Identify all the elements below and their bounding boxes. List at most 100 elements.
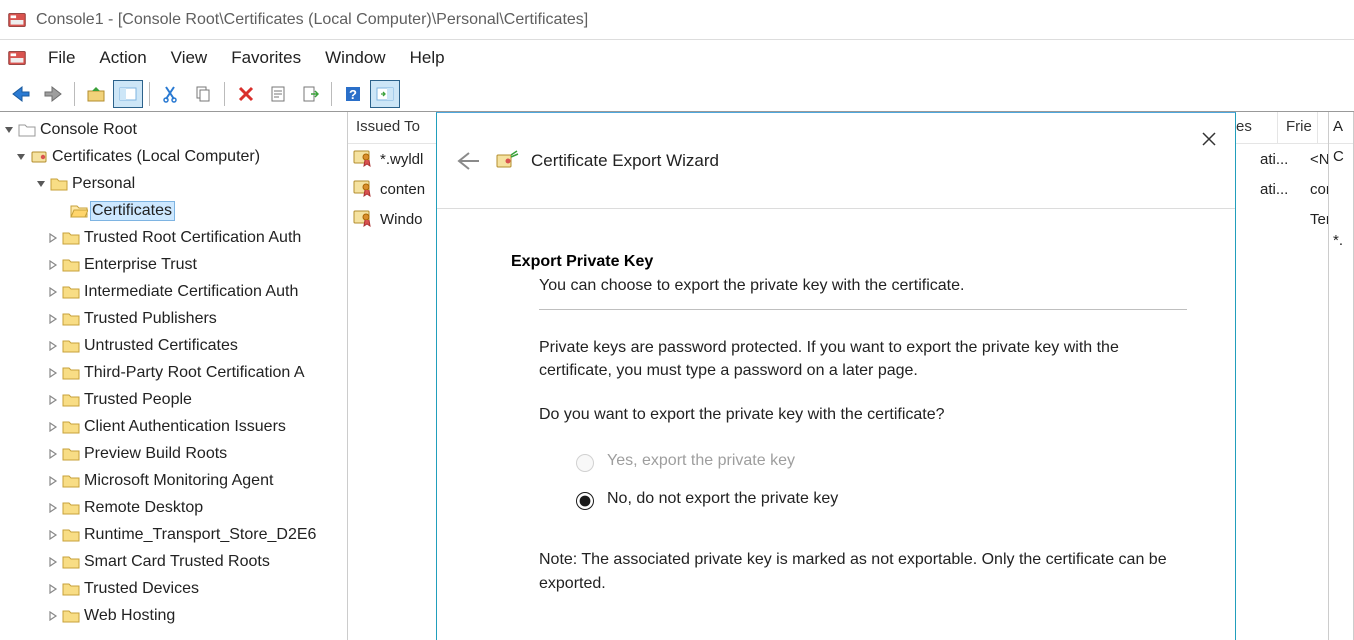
chevron-right-icon[interactable] <box>46 305 60 332</box>
folder-icon <box>60 548 82 575</box>
chevron-down-icon[interactable] <box>14 143 28 170</box>
toolbar-separator <box>224 82 225 106</box>
chevron-right-icon[interactable] <box>46 602 60 629</box>
tree-item[interactable]: Trusted Publishers <box>0 305 347 332</box>
tree-item[interactable]: Enterprise Trust <box>0 251 347 278</box>
tree-label: Personal <box>70 174 138 194</box>
folder-icon <box>60 278 82 305</box>
wizard-title: Certificate Export Wizard <box>531 151 719 171</box>
chevron-right-icon[interactable] <box>46 440 60 467</box>
forward-button[interactable] <box>38 80 68 108</box>
close-button[interactable] <box>1193 127 1225 151</box>
tree-certificates[interactable]: Certificates <box>0 197 347 224</box>
tree-certificates-local[interactable]: Certificates (Local Computer) <box>0 143 347 170</box>
chevron-right-icon[interactable] <box>46 575 60 602</box>
tree-label: Remote Desktop <box>82 498 206 518</box>
delete-button[interactable] <box>231 80 261 108</box>
chevron-right-icon[interactable] <box>46 548 60 575</box>
chevron-right-icon[interactable] <box>46 413 60 440</box>
tree-label: Intermediate Certification Auth <box>82 282 301 302</box>
tree-personal[interactable]: Personal <box>0 170 347 197</box>
wizard-icon <box>493 149 519 173</box>
copy-button[interactable] <box>188 80 218 108</box>
menu-view[interactable]: View <box>159 44 220 72</box>
back-button[interactable] <box>6 80 36 108</box>
export-button[interactable] <box>295 80 325 108</box>
chevron-right-icon[interactable] <box>46 386 60 413</box>
chevron-right-icon[interactable] <box>46 359 60 386</box>
tree-item[interactable]: Web Hosting <box>0 602 347 629</box>
show-tree-button[interactable] <box>113 80 143 108</box>
back-button[interactable] <box>455 151 481 171</box>
mmc-icon <box>6 9 28 31</box>
tree-pane: Console Root Certificates (Local Compute… <box>0 112 348 640</box>
menu-action[interactable]: Action <box>87 44 158 72</box>
menu-favorites[interactable]: Favorites <box>219 44 313 72</box>
tree-item[interactable]: Untrusted Certificates <box>0 332 347 359</box>
tree-item[interactable]: Runtime_Transport_Store_D2E6 <box>0 521 347 548</box>
cell-friendly: <N <box>1310 151 1329 168</box>
actions-row[interactable]: *. <box>1329 228 1353 258</box>
certificate-icon <box>352 208 374 230</box>
chevron-right-icon[interactable] <box>46 332 60 359</box>
certificate-icon <box>352 148 374 170</box>
tree-root[interactable]: Console Root <box>0 116 347 143</box>
tree-item[interactable]: Preview Build Roots <box>0 440 347 467</box>
tree-item[interactable]: Microsoft Monitoring Agent <box>0 467 347 494</box>
folder-icon <box>48 170 70 197</box>
divider <box>539 309 1187 310</box>
toolbar: ? <box>0 76 1354 112</box>
tree-label: Trusted People <box>82 390 195 410</box>
tree-item[interactable]: Third-Party Root Certification A <box>0 359 347 386</box>
wizard-question: Do you want to export the private key wi… <box>511 406 1187 424</box>
cell-col2: ati... <box>1260 151 1310 168</box>
up-button[interactable] <box>81 80 111 108</box>
tree-item[interactable]: Remote Desktop <box>0 494 347 521</box>
chevron-right-icon[interactable] <box>46 467 60 494</box>
properties-button[interactable] <box>263 80 293 108</box>
tree-label: Untrusted Certificates <box>82 336 241 356</box>
workarea: Console Root Certificates (Local Compute… <box>0 112 1354 640</box>
chevron-down-icon[interactable] <box>34 170 48 197</box>
cell-friendly: cor <box>1310 181 1329 198</box>
show-actions-button[interactable] <box>370 80 400 108</box>
chevron-right-icon[interactable] <box>46 521 60 548</box>
tree-label: Third-Party Root Certification A <box>82 363 308 383</box>
folder-icon <box>60 602 82 629</box>
titlebar: Console1 - [Console Root\Certificates (L… <box>0 0 1354 40</box>
chevron-down-icon[interactable] <box>2 116 16 143</box>
cut-button[interactable] <box>156 80 186 108</box>
chevron-right-icon[interactable] <box>46 251 60 278</box>
help-button[interactable]: ? <box>338 80 368 108</box>
certificate-icon <box>352 178 374 200</box>
radio-export-yes: Yes, export the private key <box>571 442 1187 480</box>
column-friendly[interactable]: Frie <box>1278 112 1318 143</box>
menu-file[interactable]: File <box>36 44 87 72</box>
actions-row[interactable]: C <box>1329 144 1353 174</box>
tree-label: Web Hosting <box>82 606 178 626</box>
spacer <box>54 197 68 224</box>
folder-icon <box>60 575 82 602</box>
folder-icon <box>60 305 82 332</box>
tree-item[interactable]: Smart Card Trusted Roots <box>0 548 347 575</box>
tree-item[interactable]: Trusted Root Certification Auth <box>0 224 347 251</box>
wizard-section-title: Export Private Key <box>511 253 1187 271</box>
chevron-right-icon[interactable] <box>46 224 60 251</box>
radio-label: No, do not export the private key <box>607 490 838 508</box>
menu-help[interactable]: Help <box>398 44 457 72</box>
radio-input[interactable] <box>576 492 594 510</box>
radio-export-no[interactable]: No, do not export the private key <box>571 480 1187 518</box>
tree-item[interactable]: Intermediate Certification Auth <box>0 278 347 305</box>
tree-item[interactable]: Client Authentication Issuers <box>0 413 347 440</box>
menu-window[interactable]: Window <box>313 44 397 72</box>
toolbar-separator <box>149 82 150 106</box>
folder-icon <box>60 332 82 359</box>
folder-icon <box>60 386 82 413</box>
tree-label: Smart Card Trusted Roots <box>82 552 273 572</box>
chevron-right-icon[interactable] <box>46 278 60 305</box>
folder-icon <box>60 521 82 548</box>
actions-header: A <box>1329 112 1353 144</box>
chevron-right-icon[interactable] <box>46 494 60 521</box>
tree-item[interactable]: Trusted People <box>0 386 347 413</box>
tree-item[interactable]: Trusted Devices <box>0 575 347 602</box>
